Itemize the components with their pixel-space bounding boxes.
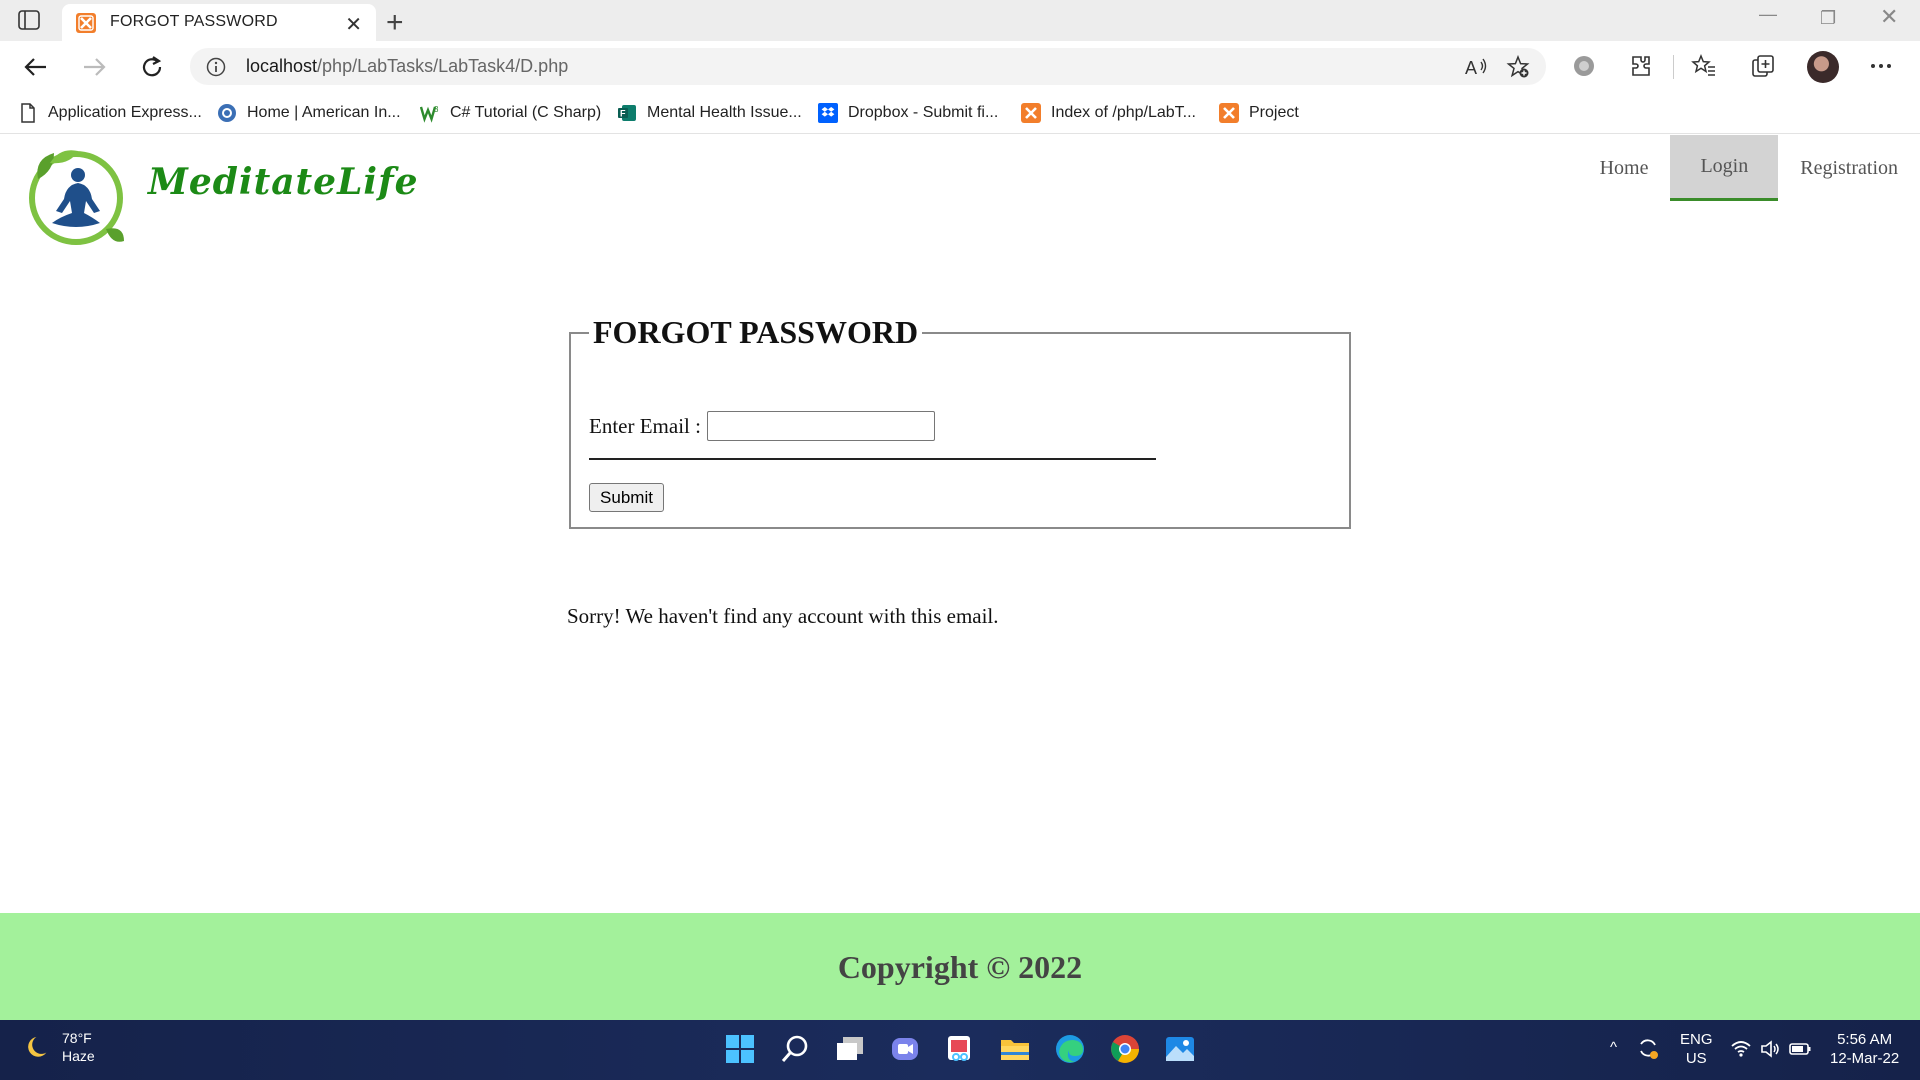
read-aloud-icon[interactable]: A: [1464, 56, 1488, 78]
svg-text:3: 3: [434, 105, 439, 114]
bookmark-label: Mental Health Issue...: [647, 104, 802, 121]
globe-icon: [218, 104, 236, 122]
bookmark-item[interactable]: Dropbox - Submit fi...: [818, 101, 998, 125]
email-label: Enter Email :: [589, 413, 701, 438]
svg-text:A: A: [1465, 58, 1477, 78]
region-code: US: [1685, 1050, 1707, 1067]
site-info-icon[interactable]: [206, 57, 226, 77]
web-page: MeditateLife Home Login Registration FOR…: [0, 135, 1920, 1021]
extensions-icon[interactable]: [1628, 53, 1654, 79]
email-row: Enter Email :: [589, 411, 935, 441]
minimize-icon[interactable]: —: [1759, 4, 1777, 25]
page-footer: Copyright © 2022: [0, 913, 1920, 1021]
browser-toolbar: localhost/php/LabTasks/LabTask4/D.php A: [0, 41, 1920, 92]
bookmarks-bar: Application Express... Home | American I…: [0, 92, 1920, 134]
tab-title: FORGOT PASSWORD: [110, 13, 278, 30]
show-hidden-icons-icon[interactable]: ^: [1610, 1038, 1617, 1057]
profile-avatar[interactable]: [1807, 51, 1839, 83]
teams-chat-icon[interactable]: [888, 1032, 922, 1066]
bookmark-item[interactable]: Index of /php/LabT...: [1021, 101, 1196, 125]
xampp-favicon-icon: [76, 13, 96, 33]
weather-desc: Haze: [62, 1048, 95, 1064]
w3-icon: 3: [420, 105, 439, 123]
clock-date: 12-Mar-22: [1830, 1050, 1900, 1067]
wifi-icon[interactable]: [1730, 1038, 1752, 1060]
bookmark-item[interactable]: Application Express...: [18, 101, 202, 125]
clock[interactable]: 5:56 AM 12-Mar-22: [1830, 1030, 1899, 1068]
tab-actions-icon[interactable]: [18, 10, 40, 30]
sync-icon[interactable]: [1636, 1036, 1660, 1060]
nav-home[interactable]: Home: [1578, 135, 1671, 201]
form-legend: FORGOT PASSWORD: [593, 314, 919, 350]
bookmark-item[interactable]: Project: [1219, 101, 1299, 125]
bookmark-label: Dropbox - Submit fi...: [848, 104, 999, 121]
profile-sync-icon[interactable]: [1571, 53, 1597, 79]
active-tab[interactable]: FORGOT PASSWORD ✕: [62, 4, 376, 41]
error-message: Sorry! We haven't find any account with …: [567, 604, 999, 628]
forgot-password-form: FORGOT PASSWORD Enter Email : Submit: [569, 314, 1351, 529]
nav-login[interactable]: Login: [1670, 135, 1779, 201]
edge-browser-icon[interactable]: [1053, 1032, 1087, 1066]
url-path: /php/LabTasks/LabTask4/D.php: [317, 56, 569, 76]
search-icon[interactable]: [778, 1032, 812, 1066]
dropbox-icon: [818, 103, 838, 123]
site-nav: Home Login Registration: [1578, 135, 1920, 201]
language-indicator[interactable]: ENG US: [1680, 1030, 1713, 1068]
forms-icon: F: [618, 105, 636, 121]
task-view-icon[interactable]: [833, 1032, 867, 1066]
bookmark-label: Project: [1249, 104, 1299, 121]
volume-icon[interactable]: [1759, 1038, 1781, 1060]
xampp-icon: [1219, 103, 1239, 123]
restore-icon[interactable]: ❐: [1820, 8, 1836, 29]
new-tab-icon[interactable]: +: [386, 6, 404, 40]
moon-icon: [28, 1036, 47, 1057]
file-explorer-icon[interactable]: [998, 1032, 1032, 1066]
horizontal-rule: [589, 458, 1156, 460]
nav-registration[interactable]: Registration: [1778, 135, 1920, 201]
submit-button[interactable]: Submit: [589, 483, 664, 512]
collections-icon[interactable]: [1750, 53, 1776, 79]
bookmark-label: Home | American In...: [247, 104, 401, 121]
clock-time: 5:56 AM: [1837, 1031, 1893, 1048]
email-input[interactable]: [706, 411, 935, 441]
weather-temp: 78°F: [62, 1030, 92, 1046]
bookmark-item[interactable]: Home | American In...: [217, 101, 401, 125]
site-brand[interactable]: MeditateLife: [148, 161, 418, 203]
more-menu-icon[interactable]: [1868, 53, 1894, 79]
weather-widget[interactable]: 78°F Haze: [24, 1029, 95, 1065]
bookmark-item[interactable]: 3 C# Tutorial (C Sharp): [420, 101, 601, 125]
forward-icon[interactable]: [80, 53, 108, 81]
add-favorite-icon[interactable]: [1506, 55, 1530, 79]
page-icon: [21, 103, 35, 123]
windows-start-icon[interactable]: [723, 1032, 757, 1066]
svg-text:F: F: [620, 109, 626, 119]
chrome-icon[interactable]: [1108, 1032, 1142, 1066]
url-host: localhost: [246, 56, 318, 76]
snipping-tool-icon[interactable]: [943, 1032, 977, 1066]
meditation-logo-icon[interactable]: [20, 141, 145, 253]
url-text[interactable]: localhost/php/LabTasks/LabTask4/D.php: [246, 56, 568, 77]
xampp-icon: [1021, 103, 1041, 123]
lang-code: ENG: [1680, 1031, 1713, 1048]
photos-icon[interactable]: [1163, 1032, 1197, 1066]
address-bar[interactable]: localhost/php/LabTasks/LabTask4/D.php A: [190, 48, 1546, 85]
bookmark-label: Application Express...: [48, 104, 202, 121]
bookmark-label: Index of /php/LabT...: [1051, 104, 1196, 121]
windows-taskbar: 78°F Haze ^ ENG US 5:56 AM 12-Mar-22: [0, 1020, 1920, 1080]
tab-close-icon[interactable]: ✕: [345, 12, 362, 37]
window-close-icon[interactable]: ✕: [1880, 4, 1898, 30]
battery-icon[interactable]: [1788, 1038, 1812, 1060]
refresh-icon[interactable]: [138, 53, 166, 81]
bookmark-label: C# Tutorial (C Sharp): [450, 104, 602, 121]
bookmark-item[interactable]: F Mental Health Issue...: [617, 101, 802, 125]
browser-tab-bar: FORGOT PASSWORD ✕ + — ❐ ✕: [0, 0, 1920, 41]
toolbar-separator: [1673, 55, 1674, 79]
favorites-icon[interactable]: [1691, 53, 1717, 79]
back-icon[interactable]: [22, 53, 50, 81]
